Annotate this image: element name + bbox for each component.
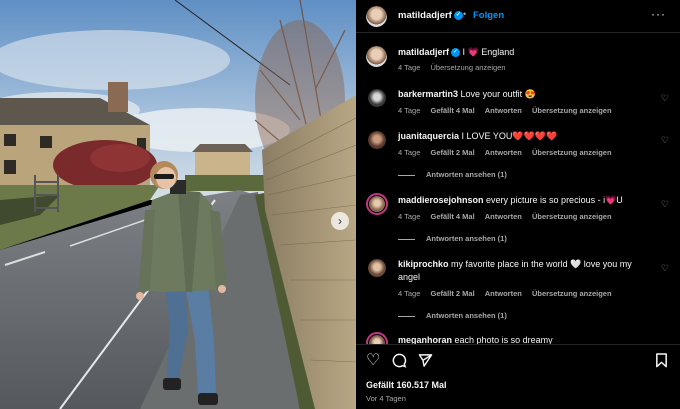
comment-meta: 4 Tage Gefällt 4 Mal Antworten Übersetzu… <box>398 212 620 221</box>
comment-age: 4 Tage <box>398 148 421 157</box>
caption-avatar[interactable] <box>366 46 387 67</box>
comment-likes[interactable]: Gefällt 4 Mal <box>430 212 474 221</box>
post-photo[interactable]: › <box>0 0 356 409</box>
comment-meta: 4 Tage Gefällt 2 Mal Antworten Übersetzu… <box>398 148 620 157</box>
share-icon[interactable] <box>418 353 433 371</box>
post-panel: matildadjerf ✓ • Folgen ··· matildadjerf ✓… <box>356 0 680 409</box>
translate-link[interactable]: Übersetzung anzeigen <box>532 289 612 298</box>
caption-translate-link[interactable]: Übersetzung anzeigen <box>430 63 505 72</box>
translate-link[interactable]: Übersetzung anzeigen <box>532 148 612 157</box>
header-username[interactable]: matildadjerf ✓ <box>398 10 463 21</box>
reply-button[interactable]: Antworten <box>485 212 522 221</box>
caption-text: matildadjerf ✓ I 💗 England <box>398 47 515 58</box>
comment-meta: 4 Tage Gefällt 4 Mal Antworten Übersetzu… <box>398 106 620 115</box>
like-comment-icon[interactable]: ♡ <box>661 199 669 210</box>
like-comment-icon[interactable]: ♡ <box>661 93 669 104</box>
likes-count[interactable]: Gefällt 160.517 Mal <box>366 380 447 390</box>
comment-username[interactable]: kikiprochko <box>398 259 449 269</box>
comment-age: 4 Tage <box>398 289 421 298</box>
comment-username[interactable]: juanitaquercia <box>398 131 459 141</box>
translate-link[interactable]: Übersetzung anzeigen <box>532 212 612 221</box>
comment-likes[interactable]: Gefällt 2 Mal <box>430 148 474 157</box>
caption-age: 4 Tage <box>398 63 421 72</box>
follow-button[interactable]: Folgen <box>473 10 504 21</box>
view-replies-button[interactable]: Antworten ansehen (1) <box>398 311 507 320</box>
comment-avatar[interactable] <box>366 332 388 344</box>
more-options-icon[interactable]: ··· <box>651 7 666 21</box>
comment-avatar[interactable] <box>368 131 386 149</box>
post-actions: ♡ Gefällt 160.517 Mal Vor 4 Tagen <box>356 344 680 409</box>
comment-username[interactable]: barkermartin3 <box>398 89 458 99</box>
caption-username[interactable]: matildadjerf <box>398 47 449 57</box>
translate-link[interactable]: Übersetzung anzeigen <box>532 106 612 115</box>
comment-avatar[interactable] <box>368 259 386 277</box>
like-comment-icon[interactable]: ♡ <box>661 263 669 274</box>
comment-text: maddierosejohnson every picture is so pr… <box>398 195 623 205</box>
bookmark-icon[interactable] <box>655 353 668 371</box>
view-replies-button[interactable]: Antworten ansehen (1) <box>398 234 507 243</box>
next-photo-button[interactable]: › <box>331 212 349 230</box>
comment-likes[interactable]: Gefällt 2 Mal <box>430 289 474 298</box>
comment-text: barkermartin3 Love your outfit 😍 <box>398 89 536 99</box>
comment-icon[interactable] <box>392 353 407 371</box>
caption-meta: 4 Tage Übersetzung anzeigen <box>398 63 514 72</box>
comment-age: 4 Tage <box>398 106 421 115</box>
reply-button[interactable]: Antworten <box>485 106 522 115</box>
verified-icon: ✓ <box>453 10 463 20</box>
header-separator: • <box>463 9 467 19</box>
comment-meta: 4 Tage Gefällt 2 Mal Antworten Übersetzu… <box>398 289 620 298</box>
photo-scene <box>0 0 356 409</box>
reply-button[interactable]: Antworten <box>485 148 522 157</box>
post-header: matildadjerf ✓ • Folgen ··· <box>356 0 680 33</box>
comment-username[interactable]: maddierosejohnson <box>398 195 484 205</box>
avatar[interactable] <box>366 6 387 27</box>
like-comment-icon[interactable]: ♡ <box>661 135 669 146</box>
post-time: Vor 4 Tagen <box>366 394 406 403</box>
view-replies-button[interactable]: Antworten ansehen (1) <box>398 170 507 179</box>
like-icon[interactable]: ♡ <box>366 350 380 370</box>
reply-button[interactable]: Antworten <box>485 289 522 298</box>
comment-text: meganhoran each photo is so dreamy <box>398 335 553 344</box>
comment-likes[interactable]: Gefällt 4 Mal <box>430 106 474 115</box>
comment-avatar[interactable] <box>366 193 388 215</box>
comment-avatar[interactable] <box>368 89 386 107</box>
comment-text: juanitaquercia I LOVE YOU❤️❤️❤️❤️ <box>398 131 558 141</box>
verified-icon: ✓ <box>451 48 461 58</box>
comment-age: 4 Tage <box>398 212 421 221</box>
comment-username[interactable]: meganhoran <box>398 335 452 344</box>
comment-text: kikiprochko my favorite place in the wor… <box>398 259 632 282</box>
comments-list[interactable]: matildadjerf ✓ I 💗 England 4 Tage Überset… <box>356 34 680 344</box>
